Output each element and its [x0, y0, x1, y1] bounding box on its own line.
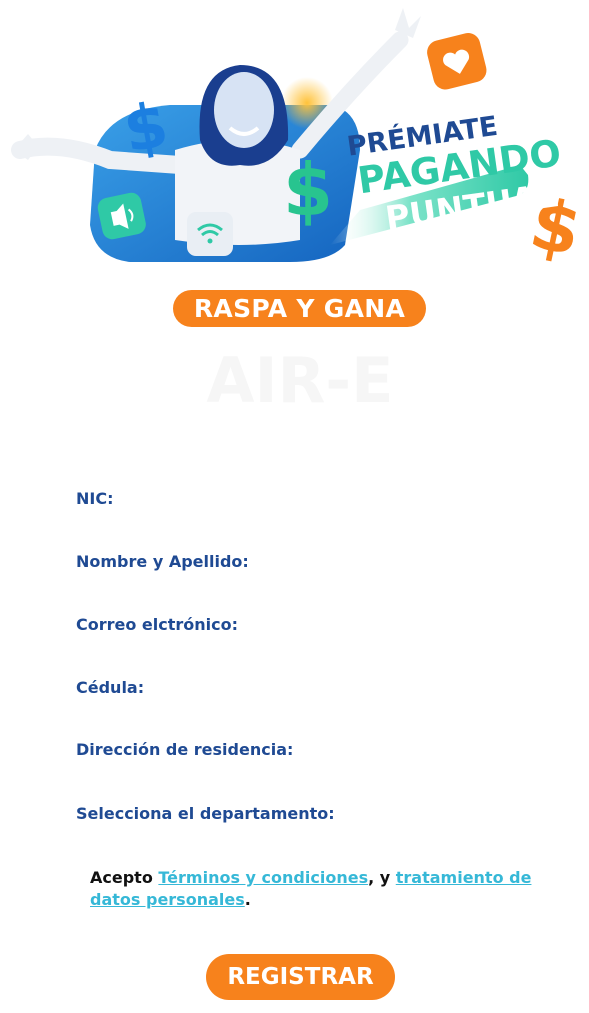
consent-middle: , y — [368, 868, 396, 887]
woman-face — [214, 72, 274, 148]
consent-text: Acepto Términos y condiciones, y tratami… — [90, 867, 560, 911]
terms-link[interactable]: Términos y condiciones — [158, 868, 368, 887]
raspa-y-gana-badge: RASPA Y GANA — [173, 290, 426, 327]
email-label: Correo elctrónico: — [76, 615, 239, 634]
address-label: Dirección de residencia: — [76, 740, 294, 759]
ghost-logo: AIR-E — [206, 343, 394, 417]
wifi-tile-icon — [187, 212, 233, 256]
hero-banner: $ $ $ PRÉMIATE PAGANDO PUNTUAL — [0, 0, 589, 285]
cedula-label: Cédula: — [76, 678, 145, 697]
consent-suffix: . — [244, 890, 251, 909]
consent-prefix: Acepto — [90, 868, 159, 887]
name-label: Nombre y Apellido: — [76, 552, 249, 571]
nic-label: NIC: — [76, 489, 114, 508]
department-label: Selecciona el departamento: — [76, 804, 335, 823]
heart-tile-icon — [427, 33, 487, 90]
register-button[interactable]: REGISTRAR — [206, 954, 395, 1000]
dollar-green-icon: $ — [283, 148, 333, 232]
